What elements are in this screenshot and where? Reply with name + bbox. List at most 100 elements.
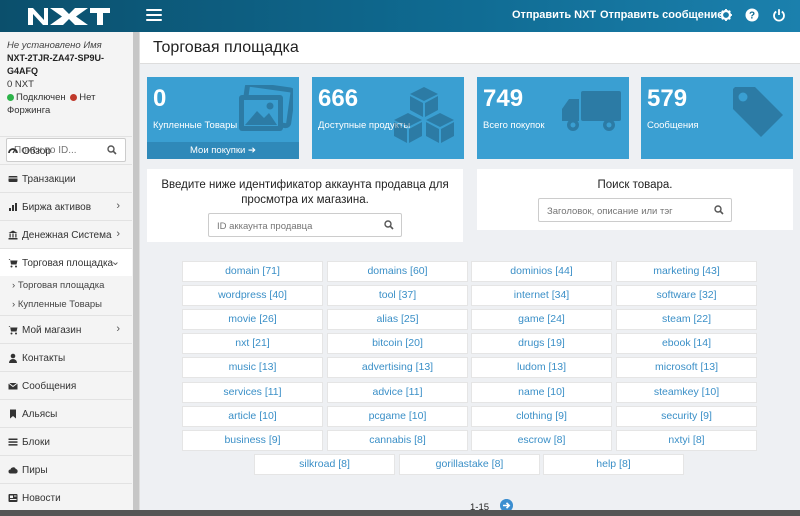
sidebar-item-messages[interactable]: Сообщения bbox=[0, 371, 132, 399]
seller-search-panel: Введите ниже идентификатор аккаунта прод… bbox=[147, 169, 463, 242]
tag-button[interactable]: security [9] bbox=[616, 406, 757, 427]
connected-label: Подключен bbox=[16, 92, 66, 103]
sidebar-item-overview[interactable]: Обзор bbox=[0, 136, 132, 164]
power-icon[interactable] bbox=[772, 8, 786, 22]
stat-label: Купленные Товары bbox=[153, 120, 238, 131]
account-name[interactable]: Не установлено Имя bbox=[7, 39, 133, 52]
tag-button[interactable]: gorillastake [8] bbox=[399, 454, 540, 475]
tag-button[interactable]: game [24] bbox=[471, 309, 612, 330]
tag-button[interactable]: wordpress [40] bbox=[182, 285, 323, 306]
product-search-text: Поиск товара. bbox=[597, 179, 673, 191]
tag-button[interactable]: business [9] bbox=[182, 430, 323, 451]
sidebar-subitem-label: Торговая площадка bbox=[17, 280, 105, 291]
tag-button[interactable]: silkroad [8] bbox=[254, 454, 395, 475]
list-icon bbox=[8, 438, 18, 446]
sidebar-subitem-marketplace[interactable]: › Торговая площадка bbox=[0, 277, 132, 295]
my-purchases-label: Мои покупки bbox=[190, 145, 246, 156]
my-purchases-link[interactable]: Мои покупки ➔ bbox=[147, 142, 299, 159]
seller-id-input[interactable] bbox=[217, 219, 367, 233]
chevron-right-icon: › bbox=[116, 200, 120, 212]
tag-button[interactable]: alias [25] bbox=[327, 309, 468, 330]
sidebar-item-my-store[interactable]: Мой магазин › bbox=[0, 315, 132, 343]
tag-button[interactable]: tool [37] bbox=[327, 285, 468, 306]
hamburger-menu-icon[interactable] bbox=[146, 9, 162, 21]
tag-button[interactable]: domains [60] bbox=[327, 261, 468, 282]
tag-button[interactable]: clothing [9] bbox=[471, 406, 612, 427]
app-window: Отправить NXT Отправить сообщение ? Не у… bbox=[0, 0, 800, 516]
stat-label: Всего покупок bbox=[483, 120, 545, 131]
page-header: Торговая площадка bbox=[140, 32, 800, 64]
nxt-logo[interactable] bbox=[26, 5, 112, 27]
tag-button[interactable]: help [8] bbox=[543, 454, 684, 475]
send-message-link[interactable]: Отправить сообщение bbox=[600, 9, 723, 21]
sidebar-item-label: Пиры bbox=[22, 465, 48, 476]
tag-button[interactable]: ludom [13] bbox=[471, 357, 612, 378]
tag-button[interactable]: movie [26] bbox=[182, 309, 323, 330]
chevron-right-icon: › bbox=[116, 323, 120, 335]
tag-button[interactable]: pcgame [10] bbox=[327, 406, 468, 427]
sidebar-item-news[interactable]: Новости bbox=[0, 483, 132, 511]
product-search-panel: Поиск товара. bbox=[477, 169, 793, 230]
tag-button[interactable]: nxt [21] bbox=[182, 333, 323, 354]
main-content: Торговая площадка 0 Купленные Товары Мои… bbox=[140, 32, 800, 516]
sidebar-item-marketplace[interactable]: Торговая площадка ⌄ bbox=[0, 248, 132, 276]
not-forging-dot-icon bbox=[70, 93, 78, 101]
tag-button[interactable]: microsoft [13] bbox=[616, 357, 757, 378]
tag-button[interactable]: services [11] bbox=[182, 382, 323, 403]
sidebar-subitem-purchased[interactable]: › Купленные Товары bbox=[0, 296, 132, 314]
sidebar-item-blocks[interactable]: Блоки bbox=[0, 427, 132, 455]
arrow-right-circle-icon: ➔ bbox=[247, 145, 256, 156]
shop-cart-icon bbox=[8, 326, 18, 335]
tag-button[interactable]: music [13] bbox=[182, 357, 323, 378]
tag-button[interactable]: marketing [43] bbox=[616, 261, 757, 282]
tag-button[interactable]: domain [71] bbox=[182, 261, 323, 282]
sidebar-item-monetary-system[interactable]: Денежная Система › bbox=[0, 220, 132, 248]
account-id[interactable]: NXT-2TJR-ZA47-SP9U-G4AFQ bbox=[7, 52, 133, 78]
send-nxt-link[interactable]: Отправить NXT bbox=[512, 9, 596, 21]
sidebar-item-asset-exchange[interactable]: Биржа активов › bbox=[0, 192, 132, 220]
sidebar-item-aliases[interactable]: Альясы bbox=[0, 399, 132, 427]
stat-value: 579 bbox=[647, 85, 688, 112]
tag-icon bbox=[733, 87, 783, 137]
chevron-right-icon: › bbox=[116, 228, 120, 240]
sidebar-item-contacts[interactable]: Контакты bbox=[0, 343, 132, 371]
tag-button[interactable]: dominios [44] bbox=[471, 261, 612, 282]
stat-available-products: 666 Доступные продукты bbox=[312, 77, 464, 159]
seller-search-text: Введите ниже идентификатор аккаунта прод… bbox=[161, 179, 449, 206]
stat-value: 749 bbox=[483, 85, 524, 112]
subitem-bullet-label: › Торговая площадка bbox=[12, 280, 105, 291]
tag-button[interactable]: internet [34] bbox=[471, 285, 612, 306]
stat-label: Сообщения bbox=[647, 120, 699, 131]
tag-button[interactable]: cannabis [8] bbox=[327, 430, 468, 451]
product-search bbox=[538, 198, 732, 222]
tag-button[interactable]: advice [11] bbox=[327, 382, 468, 403]
tag-button[interactable]: nxtyi [8] bbox=[616, 430, 757, 451]
picture-icon bbox=[239, 85, 293, 131]
help-icon[interactable]: ? bbox=[745, 8, 759, 22]
tag-button[interactable]: ebook [14] bbox=[616, 333, 757, 354]
search-icon[interactable] bbox=[384, 220, 394, 230]
tag-button[interactable]: name [10] bbox=[471, 382, 612, 403]
chevron-down-icon: ⌄ bbox=[110, 256, 120, 268]
sidebar-scrollbar[interactable] bbox=[133, 32, 139, 510]
sidebar-item-transactions[interactable]: Транзакции bbox=[0, 164, 132, 192]
subitem-bullet-label: › Купленные Товары bbox=[12, 299, 102, 310]
user-icon bbox=[9, 353, 17, 363]
tag-button[interactable]: software [32] bbox=[616, 285, 757, 306]
sidebar-item-label: Мой магазин bbox=[22, 325, 82, 336]
tag-button[interactable]: advertising [13] bbox=[327, 357, 468, 378]
gear-icon[interactable] bbox=[719, 8, 733, 22]
tag-button[interactable]: escrow [8] bbox=[471, 430, 612, 451]
sidebar: Не установлено Имя NXT-2TJR-ZA47-SP9U-G4… bbox=[0, 32, 140, 516]
tag-button[interactable]: steamkey [10] bbox=[616, 382, 757, 403]
sidebar-item-label: Сообщения bbox=[22, 381, 77, 392]
top-bar: Отправить NXT Отправить сообщение ? bbox=[0, 0, 800, 32]
product-search-input[interactable] bbox=[547, 204, 697, 218]
sidebar-item-label: Торговая площадка bbox=[22, 258, 114, 269]
tag-button[interactable]: article [10] bbox=[182, 406, 323, 427]
tag-button[interactable]: steam [22] bbox=[616, 309, 757, 330]
tag-button[interactable]: drugs [19] bbox=[471, 333, 612, 354]
sidebar-item-peers[interactable]: Пиры bbox=[0, 455, 132, 483]
tag-button[interactable]: bitcoin [20] bbox=[327, 333, 468, 354]
search-icon[interactable] bbox=[714, 205, 724, 215]
